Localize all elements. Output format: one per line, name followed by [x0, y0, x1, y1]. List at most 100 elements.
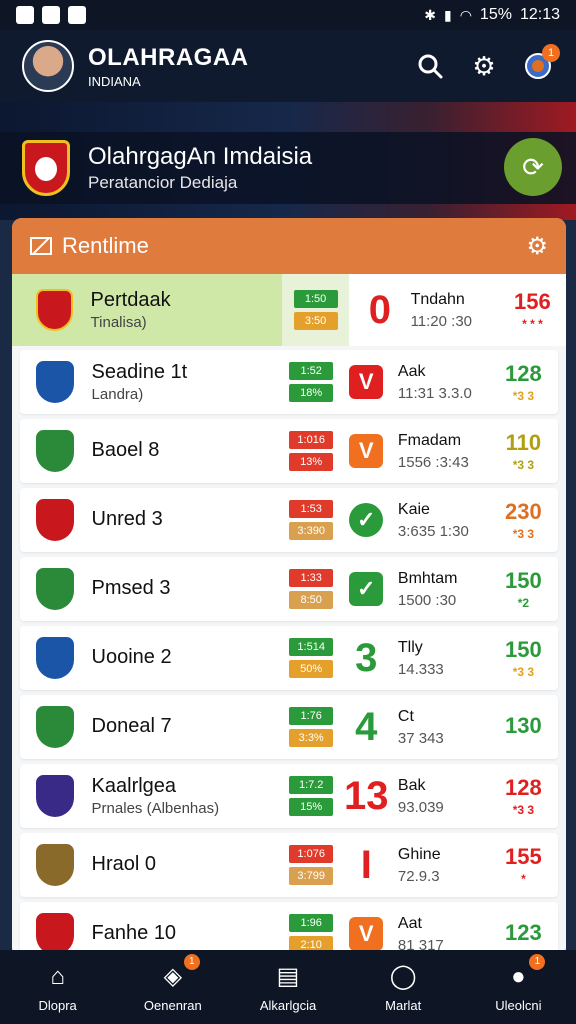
status-right: ✱ ▮ ◠ 15% 12:13: [424, 6, 560, 24]
score-main: 150: [505, 637, 542, 662]
odds-pill: 1:52: [289, 362, 334, 380]
gear-icon[interactable]: ⚙: [526, 232, 548, 261]
opponent-name: Fmadam: [397, 431, 462, 449]
team-info: Doneal 7: [92, 715, 290, 740]
nav-item-marlat[interactable]: ◯ Marlat: [346, 950, 461, 1024]
score: 230 *3 3: [489, 499, 558, 541]
indicator: 4: [335, 705, 398, 750]
avatar[interactable]: [22, 40, 74, 92]
nav-item-alkarlgcia[interactable]: ▤ Alkarlgcia: [230, 950, 345, 1024]
score: 110 *3 3: [489, 430, 558, 472]
score-main: 156: [514, 289, 551, 314]
opponent-sub: 37 343: [397, 729, 444, 747]
team-info: Seadine 1t Landra): [92, 361, 290, 403]
score: 156 * * *: [499, 289, 566, 331]
hero-banner: OlahrgagAn Imdaisia Peratancior Dediaja …: [0, 102, 576, 220]
team-badge-icon: [36, 706, 74, 748]
odds-pill: 1:96: [289, 914, 334, 932]
search-icon[interactable]: [414, 50, 446, 82]
nav-item-uleolcni[interactable]: ● 1 Uleolcni: [461, 950, 576, 1024]
opponent-sub: 3:635 1:30: [397, 522, 469, 540]
score: 128 *3 3: [489, 775, 558, 817]
indicator: V: [335, 365, 398, 399]
indicator: V: [335, 434, 398, 468]
odds-pill: 1:50: [293, 290, 338, 308]
opponent-sub: 93.039: [397, 798, 444, 816]
profile-icon: ● 1: [503, 953, 546, 992]
score-main: 110: [505, 430, 542, 455]
opponent-name: Ghine: [397, 845, 441, 863]
featured-team: Pertdaak Tinalisa): [12, 274, 282, 346]
opponent: Tndahn 11:20 :30: [411, 291, 499, 330]
status-check-icon: ✓: [349, 572, 384, 606]
indicator: ✓: [335, 572, 398, 606]
opponent: Ghine 72.9.3: [398, 846, 489, 885]
indicator: V: [335, 917, 398, 951]
score-sub: *2: [517, 596, 530, 610]
odds-pills: 1:76 3:3%: [289, 707, 334, 747]
odds-pill: 3:390: [289, 522, 334, 540]
score-sub: *3 3: [512, 389, 535, 403]
indicator: I: [335, 843, 398, 888]
team-sub: Tinalisa): [90, 314, 147, 331]
team-info: Baoel 8: [92, 439, 290, 464]
table-row[interactable]: Unred 3 1:53 3:390 ✓ Kaie 3:635 1:30 230 *3 3: [20, 488, 558, 552]
team-info: Uooine 2: [92, 646, 290, 671]
team-badge-icon: [36, 361, 74, 403]
team-name: Seadine 1t: [91, 361, 188, 383]
gear-icon[interactable]: ⚙: [468, 50, 500, 82]
profile-icon[interactable]: 1: [522, 44, 560, 82]
opponent-sub: 1556 :3:43: [397, 453, 469, 471]
odds-pills: 1:52 18%: [289, 362, 334, 402]
opponent: Bak 93.039: [398, 777, 489, 816]
battery-text: 15%: [479, 6, 512, 23]
nav-item-oenenran[interactable]: ◈ 1 Oenenran: [115, 950, 230, 1024]
opponent-name: Tndahn: [410, 290, 465, 308]
odds-pill: 1:076: [289, 845, 334, 863]
table-row[interactable]: Uooine 2 1:514 50% 3 Tlly 14.333 150 *3 3: [20, 626, 558, 690]
odds-pill: 1:016: [289, 431, 334, 449]
score-main: 128: [505, 361, 542, 386]
table-row[interactable]: Baoel 8 1:016 13% V Fmadam 1556 :3:43 110 *3 3: [20, 419, 558, 483]
team-sub: Prnales (Albenhas): [91, 800, 220, 817]
opponent: Aat 81 317: [398, 915, 489, 954]
score-main: 150: [505, 568, 542, 593]
odds-pill: 1:7.2: [289, 776, 334, 794]
team-name: Doneal 7: [91, 714, 172, 737]
notification-badge: 1: [183, 953, 200, 970]
signal-icon: ▮: [443, 6, 452, 23]
indicator: 0: [349, 288, 410, 333]
app-notification-icon: [16, 6, 34, 24]
table-row[interactable]: Hraol 0 1:076 3:799 I Ghine 72.9.3 155 *: [20, 833, 558, 897]
status-box-icon: V: [349, 365, 384, 399]
nav-label: Marlat: [385, 997, 422, 1013]
featured-match-row[interactable]: Pertdaak Tinalisa) 1:50 3:50 0 Tndahn 11…: [12, 274, 566, 346]
odds-pill: 3:799: [289, 867, 334, 885]
table-row[interactable]: Pmsed 3 1:33 8:50 ✓ Bmhtam 1500 :30 150 *2: [20, 557, 558, 621]
app-header: OLAHRAGAA INDIANA ⚙ 1: [0, 30, 576, 102]
team-info: Fanhe 10: [92, 922, 290, 947]
header-actions: ⚙ 1: [414, 44, 560, 82]
nav-item-dlopra[interactable]: ⌂ Dlopra: [0, 950, 115, 1024]
wifi-icon: ◠: [459, 6, 472, 23]
team-name: Hraol 0: [91, 852, 157, 875]
team-badge-icon: [36, 430, 74, 472]
table-row[interactable]: Seadine 1t Landra) 1:52 18% V Aak 11:31 3.3.0 1…: [20, 350, 558, 414]
opponent-sub: 14.333: [397, 660, 444, 678]
score: 128 *3 3: [489, 361, 558, 403]
club-banner: OlahrgagAn Imdaisia Peratancior Dediaja …: [0, 132, 576, 204]
refresh-button[interactable]: ⟳: [504, 138, 562, 196]
team-name: Baoel 8: [91, 438, 160, 461]
bluetooth-icon: ✱: [424, 6, 436, 23]
score: 150 *3 3: [489, 637, 558, 679]
score-sub: *3 3: [512, 458, 535, 472]
indicator: 3: [335, 636, 398, 681]
shield-icon: ◈ 1: [158, 953, 200, 992]
table-row[interactable]: Doneal 7 1:76 3:3% 4 Ct 37 343 130: [20, 695, 558, 759]
team-info: Kaalrlgea Prnales (Albenhas): [92, 775, 290, 817]
indicator-number: 3: [355, 635, 378, 680]
team-badge-icon: [36, 913, 74, 955]
panel-title: Rentlime: [62, 233, 149, 258]
nav-label: Alkarlgcia: [259, 997, 317, 1013]
table-row[interactable]: Kaalrlgea Prnales (Albenhas) 1:7.2 15% 13 Bak…: [20, 764, 558, 828]
